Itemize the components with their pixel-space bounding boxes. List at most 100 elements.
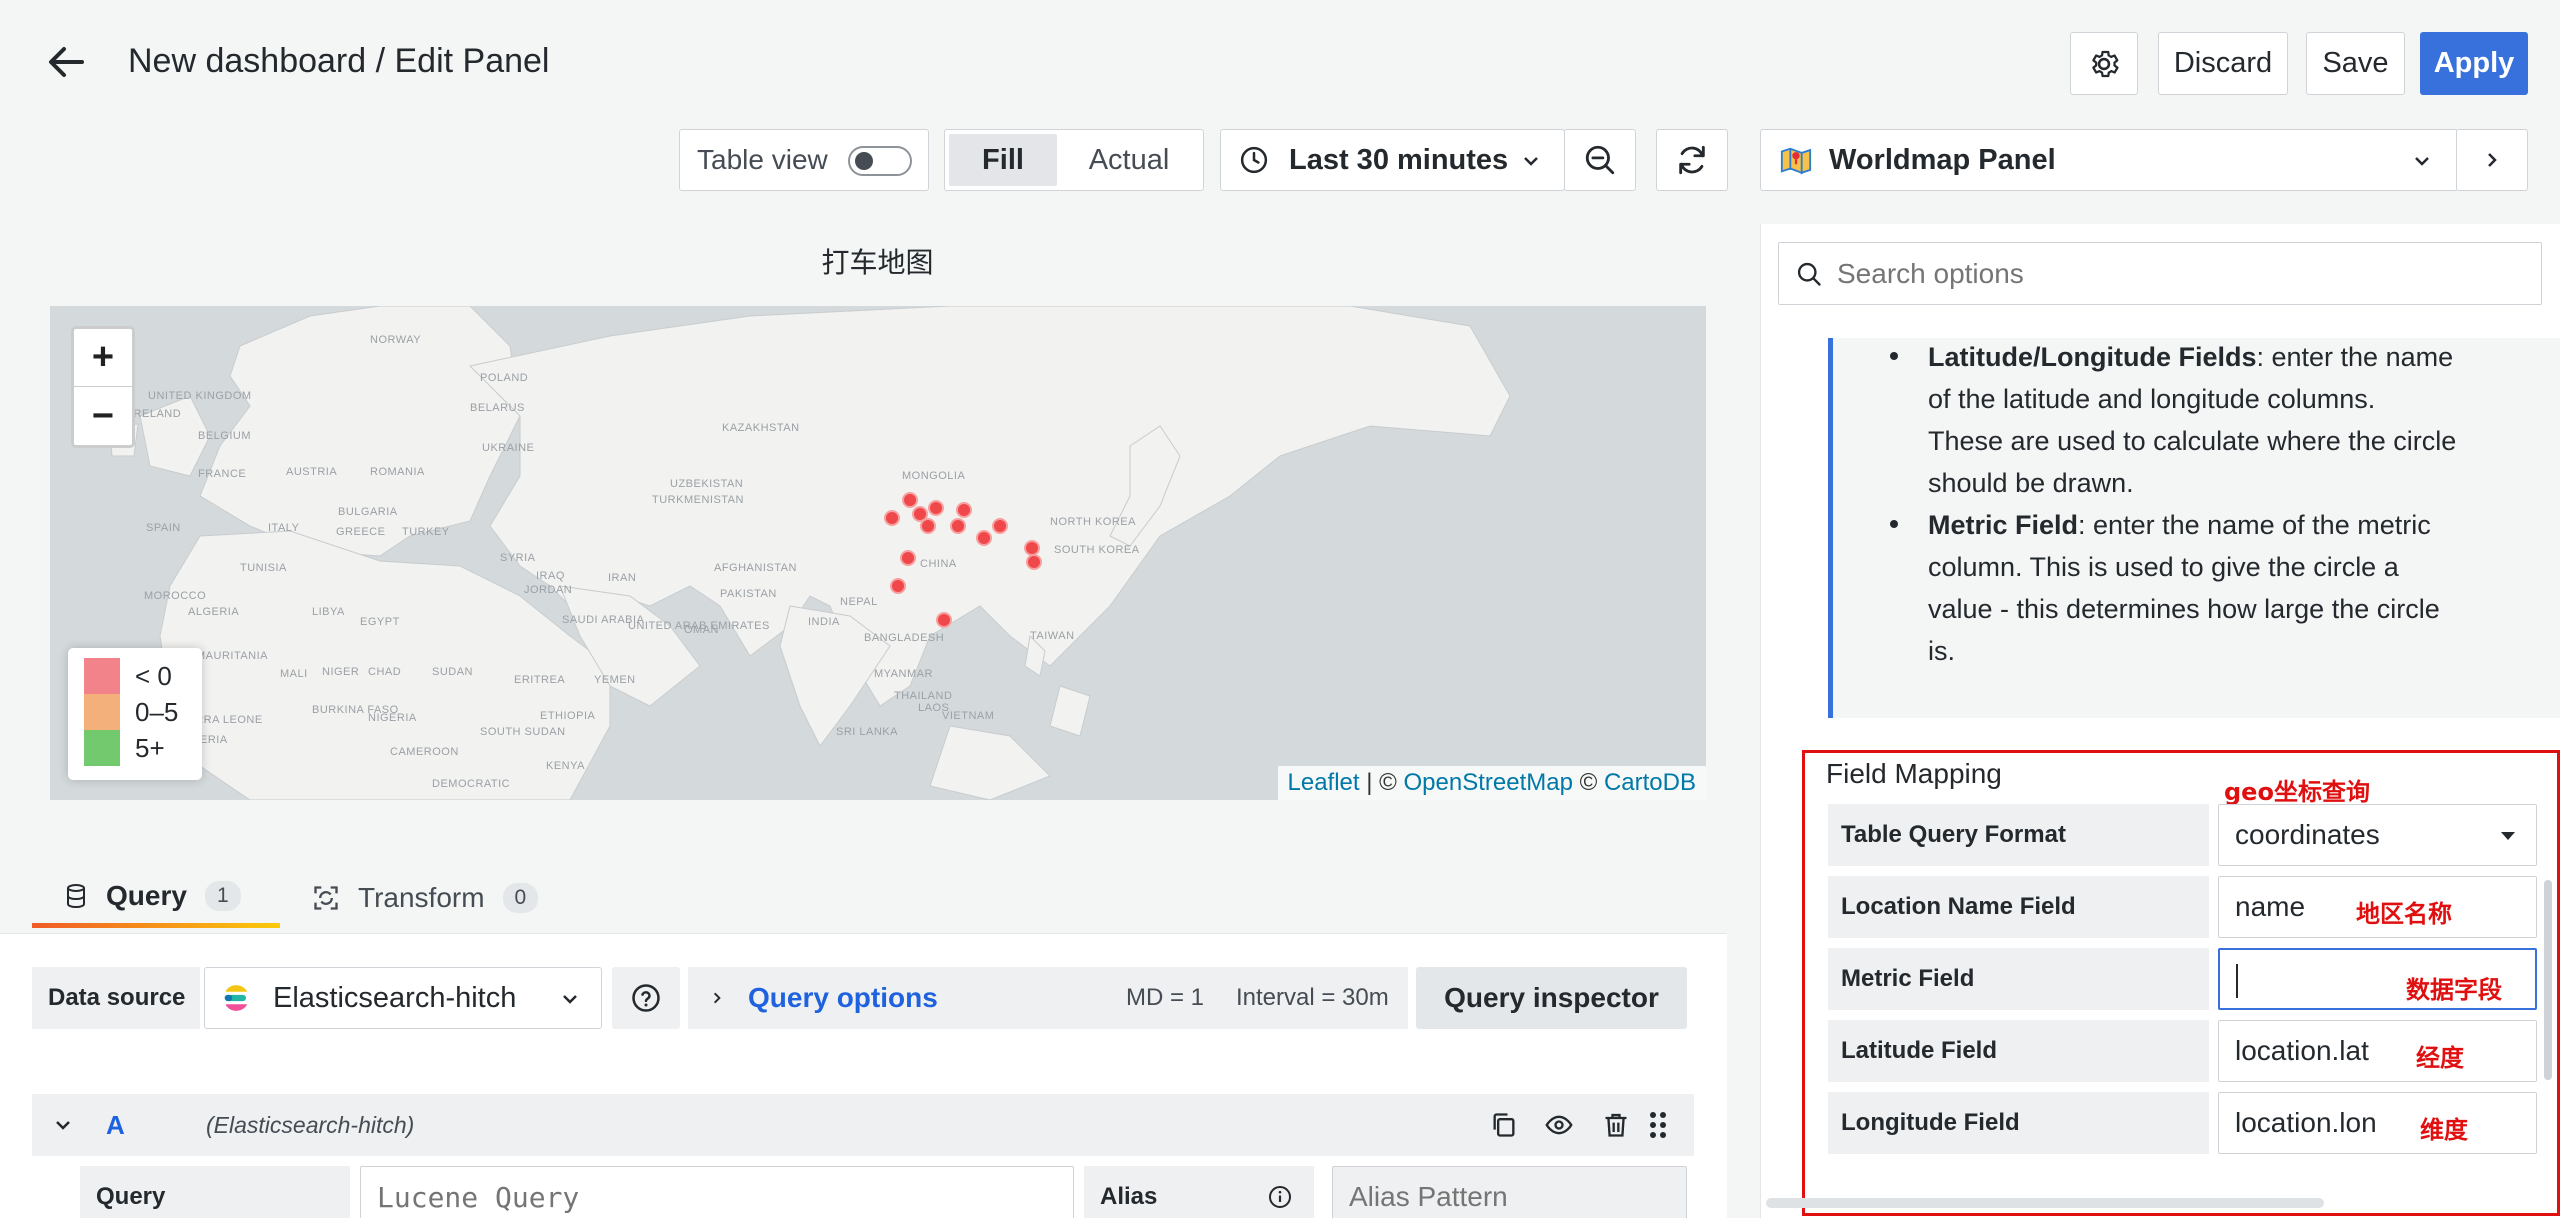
map-country-label: BELARUS: [470, 402, 525, 414]
visualization-picker[interactable]: Worldmap Panel: [1760, 129, 2458, 191]
discard-button[interactable]: Discard: [2158, 32, 2288, 95]
alias-pattern-input[interactable]: [1332, 1166, 1687, 1218]
map-data-point[interactable]: [1026, 554, 1042, 570]
query-options-bar[interactable]: Query options MD = 1 Interval = 30m: [688, 967, 1408, 1029]
refresh-button[interactable]: [1656, 129, 1728, 191]
map-country-label: MONGOLIA: [902, 470, 966, 482]
map-zoom-in-button[interactable]: +: [74, 329, 132, 387]
leaflet-link[interactable]: Leaflet: [1288, 769, 1360, 797]
info-icon[interactable]: [1268, 1185, 1292, 1209]
world-map[interactable]: NORWAY UNITED KINGDOM IRELAND POLAND BELARUS…: [50, 306, 1706, 800]
map-country-label: IRAQ: [536, 570, 565, 582]
map-data-point[interactable]: [992, 518, 1008, 534]
options-search-box[interactable]: [1778, 242, 2542, 305]
chevron-down-icon: [2413, 152, 2431, 170]
collapse-options-button[interactable]: [2456, 129, 2528, 191]
fill-button[interactable]: Fill: [949, 134, 1057, 186]
openstreetmap-link[interactable]: OpenStreetMap: [1404, 769, 1573, 797]
map-country-label: ERITREA: [514, 674, 566, 686]
map-country-label: AUSTRIA: [286, 466, 338, 478]
help-line: of the latitude and longitude columns.: [1928, 384, 2376, 414]
zoom-out-time-button[interactable]: [1564, 129, 1636, 191]
map-country-label: DEMOCRATIC: [432, 778, 511, 790]
apply-button[interactable]: Apply: [2420, 32, 2528, 95]
table-query-format-value: coordinates: [2235, 819, 2380, 850]
map-zoom-out-button[interactable]: −: [74, 387, 132, 445]
datasource-picker[interactable]: Elasticsearch-hitch: [204, 967, 602, 1029]
map-data-point[interactable]: [950, 518, 966, 534]
map-data-point[interactable]: [900, 550, 916, 566]
legend-item: 0–5: [84, 694, 202, 730]
query-row-letter[interactable]: A: [106, 1110, 125, 1141]
field-mapping-title: Field Mapping: [1826, 758, 2002, 789]
back-arrow-icon[interactable]: [46, 42, 86, 82]
map-country-label: FRANCE: [198, 468, 247, 480]
map-country-label: CHAD: [368, 666, 402, 678]
map-country-label: TUNISIA: [240, 562, 287, 574]
map-country-label: BANGLADESH: [864, 632, 945, 644]
map-data-point[interactable]: [976, 530, 992, 546]
map-country-label: NORWAY: [370, 334, 422, 346]
table-query-format-select[interactable]: coordinates: [2218, 804, 2537, 866]
lucene-query-input[interactable]: [360, 1166, 1074, 1218]
save-button[interactable]: Save: [2306, 32, 2405, 95]
time-range-label: Last 30 minutes: [1289, 143, 1509, 176]
map-country-label: THAILAND: [894, 690, 953, 702]
help-text: : enter the name: [2256, 342, 2454, 372]
location-name-field-label: Location Name Field: [1828, 876, 2209, 938]
map-country-label: MYANMAR: [874, 668, 933, 680]
toggle-knob: [855, 152, 873, 170]
chevron-right-icon: [2483, 151, 2501, 169]
map-country-label: NIGERIA: [368, 712, 417, 724]
tab-transform[interactable]: Transform 0: [312, 868, 572, 928]
duplicate-icon[interactable]: [1490, 1111, 1518, 1139]
map-country-label: ETHIOPIA: [540, 710, 596, 722]
options-horizontal-scrollbar[interactable]: [1766, 1198, 2324, 1208]
elasticsearch-icon: [221, 983, 251, 1013]
map-country-label: BELGIUM: [198, 430, 252, 442]
actual-button[interactable]: Actual: [1057, 134, 1201, 186]
map-data-point[interactable]: [920, 518, 936, 534]
map-country-label: SOUTH SUDAN: [480, 726, 566, 738]
options-vertical-scrollbar[interactable]: [2544, 880, 2552, 1080]
query-inspector-button[interactable]: Query inspector: [1416, 967, 1687, 1029]
drag-handle-icon[interactable]: [1648, 1110, 1668, 1140]
tab-transform-count: 0: [502, 883, 539, 913]
map-data-point[interactable]: [884, 510, 900, 526]
fill-actual-group: Fill Actual: [944, 129, 1204, 191]
chevron-down-icon[interactable]: [54, 1116, 72, 1134]
map-data-point[interactable]: [890, 578, 906, 594]
map-country-label: KENYA: [546, 760, 585, 772]
cartodb-link[interactable]: CartoDB: [1604, 769, 1696, 797]
legend-swatch: [84, 730, 120, 766]
visualization-label: Worldmap Panel: [1829, 143, 2056, 176]
map-country-label: YEMEN: [594, 674, 636, 686]
map-country-label: SUDAN: [432, 666, 474, 678]
chevron-right-icon: [710, 991, 724, 1005]
options-search-input[interactable]: [1837, 257, 2517, 290]
map-data-point[interactable]: [956, 502, 972, 518]
annotation-lat: 经度: [2416, 1044, 2464, 1072]
bullet-dot: [1890, 352, 1898, 360]
zoom-out-icon: [1583, 143, 1617, 177]
latitude-field-input[interactable]: location.lat: [2218, 1020, 2537, 1082]
annotation-geo: geo坐标查询: [2224, 778, 2370, 806]
table-view-toggle[interactable]: Table view: [679, 129, 929, 191]
tab-query[interactable]: Query 1: [32, 868, 280, 928]
map-data-point[interactable]: [936, 612, 952, 628]
worldmap-icon: [1779, 143, 1813, 177]
map-legend: < 0 0–5 5+: [68, 648, 202, 780]
longitude-field-input[interactable]: location.lon: [2218, 1092, 2537, 1154]
datasource-help-button[interactable]: [612, 967, 680, 1029]
toggle-switch[interactable]: [848, 146, 912, 176]
map-data-point[interactable]: [902, 492, 918, 508]
help-line: value - this determines how large the ci…: [1928, 594, 2440, 624]
map-data-point[interactable]: [928, 500, 944, 516]
time-range-picker[interactable]: Last 30 minutes: [1220, 129, 1565, 191]
eye-icon[interactable]: [1544, 1111, 1574, 1139]
settings-button[interactable]: [2070, 32, 2138, 95]
attribution-sep-1: | ©: [1359, 769, 1404, 796]
attribution-sep-2: ©: [1572, 769, 1604, 796]
trash-icon[interactable]: [1602, 1110, 1630, 1140]
query-options-label[interactable]: Query options: [748, 982, 938, 1014]
